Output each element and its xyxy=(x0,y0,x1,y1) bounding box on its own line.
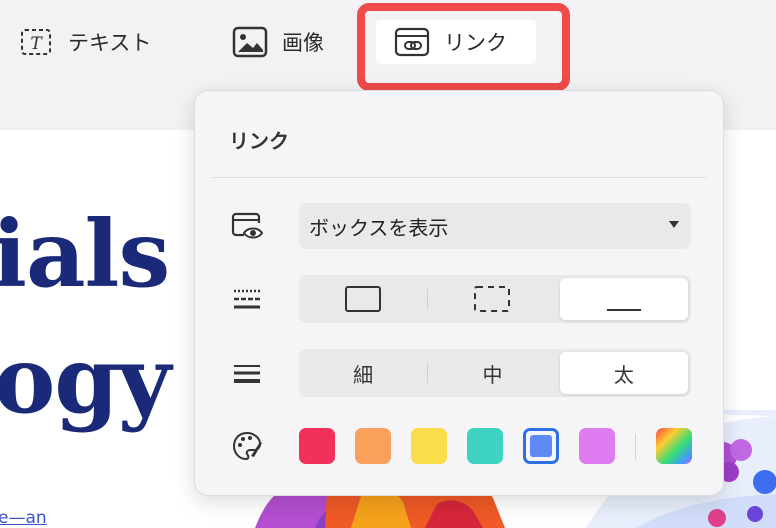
link-window-icon xyxy=(394,24,430,60)
border-style-segmented-control xyxy=(299,275,691,323)
swatch-separator xyxy=(635,434,636,460)
color-swatch-teal[interactable] xyxy=(467,428,503,464)
custom-color-picker-button[interactable] xyxy=(656,428,692,464)
color-swatch-blue[interactable] xyxy=(523,428,559,464)
border-style-underline-option[interactable] xyxy=(559,278,688,320)
border-style-icon xyxy=(229,281,265,317)
text-tool-label: テキスト xyxy=(68,31,152,55)
color-swatch-yellow[interactable] xyxy=(411,428,447,464)
border-style-solid-option[interactable] xyxy=(299,275,427,323)
text-box-icon: T xyxy=(18,24,54,60)
link-tool-label: リンク xyxy=(444,31,507,55)
color-swatches xyxy=(299,428,699,464)
show-box-icon xyxy=(229,208,265,244)
weight-thick-option[interactable]: 太 xyxy=(559,352,688,394)
weight-medium-option[interactable]: 中 xyxy=(428,349,556,397)
image-icon xyxy=(232,24,268,60)
image-tool-button[interactable]: 画像 xyxy=(232,20,324,64)
svg-text:T: T xyxy=(30,34,43,54)
popover-divider xyxy=(211,177,707,178)
palette-icon xyxy=(229,428,265,464)
document-heading-line-2: ogy xyxy=(0,326,171,434)
document-heading-line-1: ials xyxy=(0,200,170,308)
underline-border-icon xyxy=(606,309,641,311)
weight-thin-option[interactable]: 細 xyxy=(299,349,427,397)
color-swatch-orange[interactable] xyxy=(355,428,391,464)
dashed-border-icon xyxy=(474,286,511,312)
line-weight-segmented-control: 細 中 太 xyxy=(299,349,691,397)
display-mode-select[interactable]: ボックスを表示 xyxy=(299,203,691,249)
solid-border-icon xyxy=(345,286,382,312)
image-tool-label: 画像 xyxy=(282,31,324,55)
link-tool-button[interactable]: リンク xyxy=(376,20,536,64)
border-style-dashed-option[interactable] xyxy=(428,275,556,323)
text-tool-button[interactable]: T テキスト xyxy=(18,20,151,64)
document-link[interactable]: e—an xyxy=(0,508,47,528)
line-weight-icon xyxy=(229,355,265,391)
selected-color-fill xyxy=(530,435,552,457)
color-swatch-violet[interactable] xyxy=(579,428,615,464)
link-settings-popover: リンク ボックスを表示 細 中 太 xyxy=(194,90,724,496)
dropdown-arrow-icon xyxy=(669,221,679,228)
color-swatch-red[interactable] xyxy=(299,428,335,464)
display-mode-value: ボックスを表示 xyxy=(309,215,449,240)
popover-title: リンク xyxy=(229,129,289,153)
